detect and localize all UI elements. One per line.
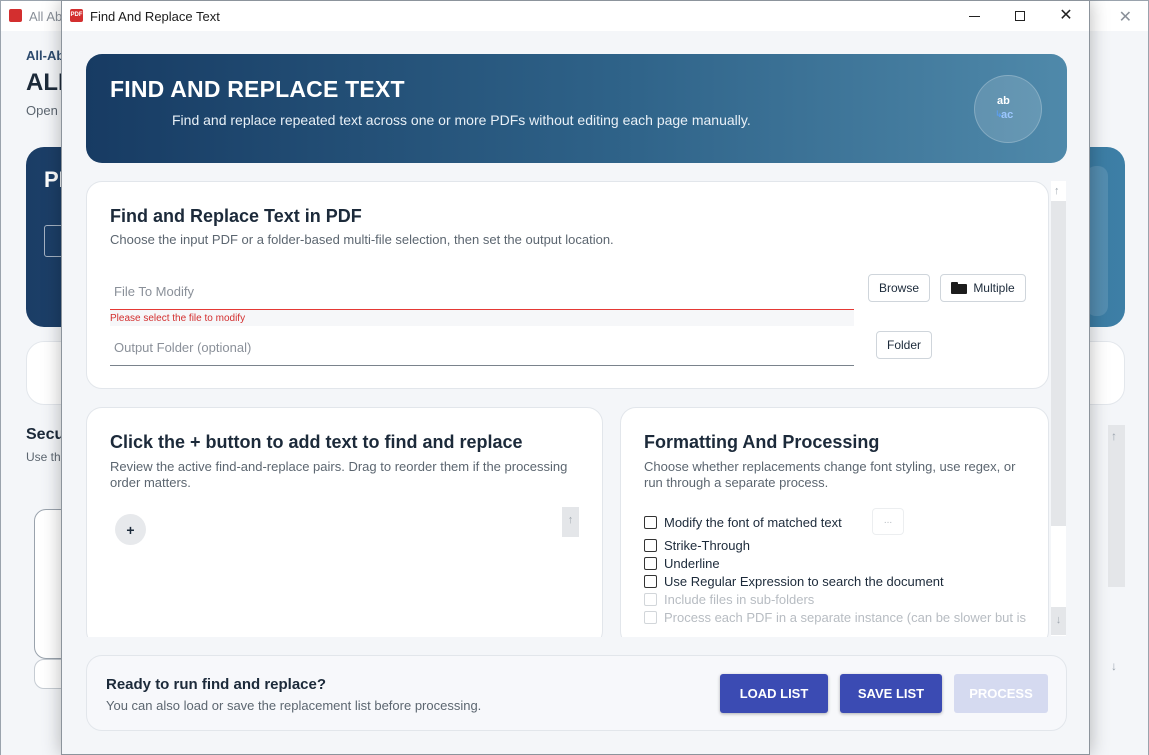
formatting-card: Formatting And Processing Choose whether…: [620, 407, 1049, 647]
option-label: Underline: [664, 556, 720, 571]
add-pair-button[interactable]: +: [115, 514, 146, 545]
option-label: Strike-Through: [664, 538, 750, 553]
checkbox[interactable]: [644, 557, 657, 570]
checkbox[interactable]: [644, 539, 657, 552]
replace-list-card: Click the + button to add text to find a…: [86, 407, 603, 647]
checkbox[interactable]: [644, 516, 657, 529]
checkbox: [644, 611, 657, 624]
file-section-card: Find and Replace Text in PDF Choose the …: [86, 181, 1049, 389]
scroll-up-icon[interactable]: ↑: [1054, 185, 1060, 197]
output-folder-field[interactable]: [110, 326, 854, 366]
footer-panel: Ready to run find and replace? You can a…: [86, 655, 1067, 731]
checkbox[interactable]: [644, 575, 657, 588]
file-section-title: Find and Replace Text in PDF: [110, 206, 362, 226]
option-label: Use Regular Expression to search the doc…: [664, 574, 944, 589]
load-list-button[interactable]: LOAD LIST: [720, 674, 828, 713]
background-app-icon: [9, 9, 22, 22]
background-scroll-up-icon[interactable]: ↑: [1111, 429, 1117, 443]
background-breadcrumb: All-Ab: [26, 48, 65, 63]
background-close-icon[interactable]: ✕: [1119, 7, 1132, 27]
header-banner: FIND AND REPLACE TEXT Find and replace r…: [86, 54, 1067, 163]
background-scroll-down-icon[interactable]: ↓: [1111, 659, 1117, 673]
footer-description: You can also load or save the replacemen…: [106, 698, 482, 713]
process-button: PROCESS: [954, 674, 1048, 713]
badge-text-top: ab: [997, 95, 1010, 107]
maximize-button[interactable]: [997, 1, 1043, 31]
find-replace-badge-icon: ab ↳ ac: [974, 75, 1042, 143]
save-list-button[interactable]: SAVE LIST: [840, 674, 942, 713]
banner-title: FIND AND REPLACE TEXT: [110, 76, 405, 102]
minimize-icon: [968, 15, 980, 17]
option-modify-font[interactable]: Modify the font of matched text: [644, 515, 842, 530]
background-window-title: All Ab: [29, 9, 63, 24]
folder-icon: [951, 282, 968, 294]
scroll-down-icon[interactable]: ↓: [1051, 607, 1066, 635]
option-separate-instance: Process each PDF in a separate instance …: [644, 610, 1026, 625]
file-to-modify-field[interactable]: [110, 270, 854, 310]
background-section-sub: Use th: [26, 450, 61, 464]
option-label: Process each PDF in a separate instance …: [664, 610, 1027, 625]
output-folder-input[interactable]: [110, 336, 854, 358]
minimize-button[interactable]: [951, 1, 997, 31]
background-section-title: Secu: [26, 426, 65, 443]
close-icon: ✕: [1059, 7, 1073, 24]
find-replace-dialog: PDF Find And Replace Text ✕ FIND AND REP…: [61, 0, 1090, 755]
scroll-clip-strip: [86, 637, 1049, 655]
footer-title: Ready to run find and replace?: [106, 676, 327, 693]
multiple-button[interactable]: Multiple: [940, 274, 1026, 302]
list-section-description: Review the active find-and-replace pairs…: [110, 459, 568, 490]
formatting-title: Formatting And Processing: [644, 432, 880, 452]
dialog-titlebar: PDF Find And Replace Text ✕: [62, 1, 1089, 31]
browse-button-label: Browse: [878, 281, 919, 295]
maximize-icon: [1015, 11, 1025, 21]
font-settings-button[interactable]: ...: [872, 508, 904, 535]
formatting-description: Choose whether replacements change font …: [644, 459, 1016, 490]
pdf-app-icon: PDF: [70, 9, 83, 22]
close-button[interactable]: ✕: [1043, 1, 1089, 31]
option-label: Modify the font of matched text: [664, 515, 842, 530]
file-error-message: Please select the file to modify: [110, 313, 246, 324]
browse-button[interactable]: Browse: [868, 274, 930, 302]
multiple-button-label: Multiple: [973, 281, 1015, 295]
main-scrollbar-thumb[interactable]: [1051, 201, 1066, 526]
folder-button[interactable]: Folder: [876, 331, 932, 359]
background-scrollbar[interactable]: [1108, 425, 1125, 587]
file-section-description: Choose the input PDF or a folder-based m…: [110, 232, 614, 247]
option-strike-through[interactable]: Strike-Through: [644, 538, 750, 553]
badge-text-bottom: ac: [1001, 109, 1014, 121]
option-underline[interactable]: Underline: [644, 556, 720, 571]
list-scroll-up-icon[interactable]: ↑: [562, 507, 579, 537]
option-label: Include files in sub-folders: [664, 592, 815, 607]
list-section-title: Click the + button to add text to find a…: [110, 432, 523, 452]
option-regex[interactable]: Use Regular Expression to search the doc…: [644, 574, 944, 589]
banner-subtitle: Find and replace repeated text across on…: [172, 112, 751, 128]
file-to-modify-input[interactable]: [110, 280, 854, 302]
dialog-title: Find And Replace Text: [90, 9, 220, 24]
folder-button-label: Folder: [886, 338, 921, 352]
checkbox: [644, 593, 657, 606]
option-sub-folders: Include files in sub-folders: [644, 592, 814, 607]
